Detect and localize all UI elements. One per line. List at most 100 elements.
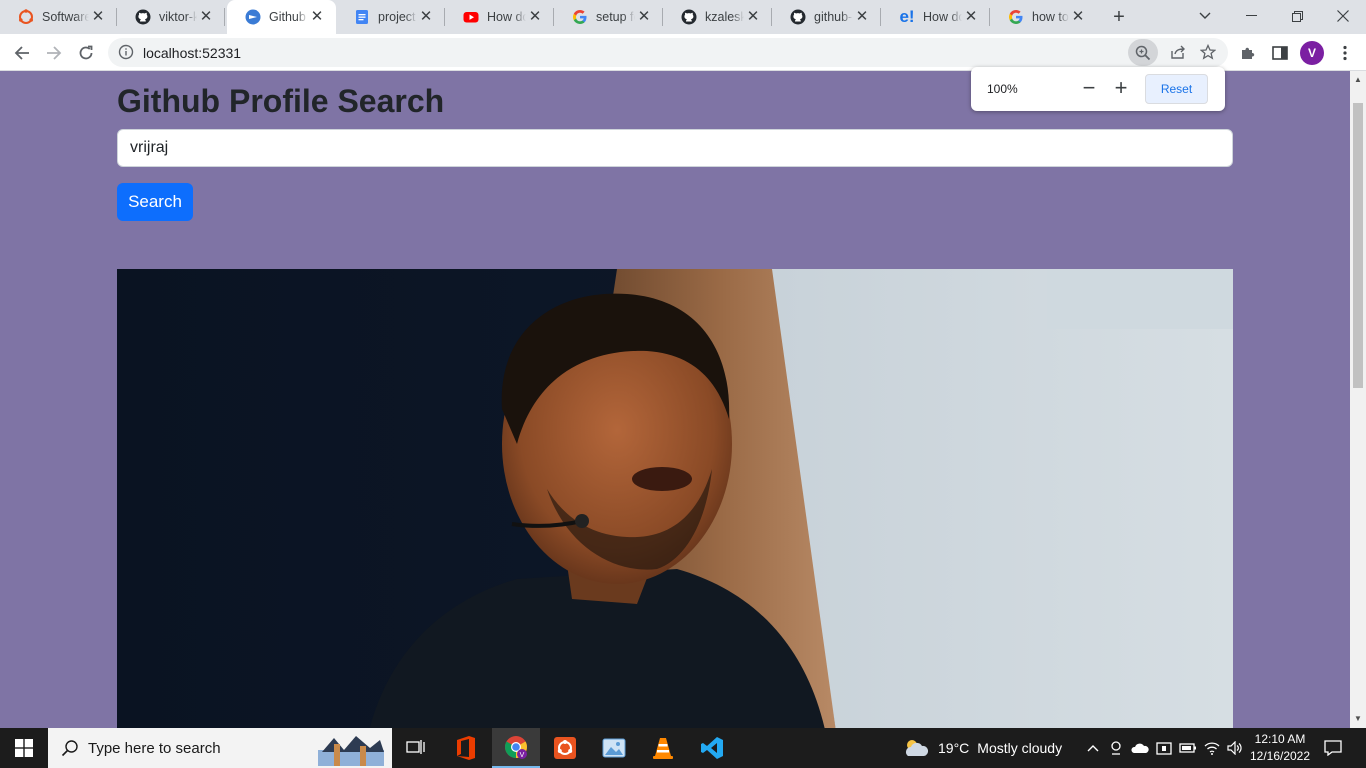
wifi-icon[interactable] — [1202, 738, 1222, 758]
weather-desc: Mostly cloudy — [977, 740, 1063, 756]
tab-how-to[interactable]: how to ✕ — [990, 0, 1097, 34]
svg-text:V: V — [520, 752, 525, 759]
restore-icon — [1291, 10, 1303, 22]
notification-icon — [1324, 740, 1342, 756]
scroll-up-arrow-icon[interactable]: ▲ — [1350, 73, 1366, 87]
ubuntu-app[interactable] — [541, 728, 589, 768]
back-button[interactable] — [8, 39, 36, 67]
menu-button[interactable] — [1331, 39, 1359, 67]
start-button[interactable] — [0, 728, 48, 768]
tab-github-u[interactable]: github-u ✕ — [772, 0, 881, 34]
share-icon[interactable] — [1170, 44, 1186, 65]
tab-software[interactable]: Software ✕ — [0, 0, 117, 34]
arrow-left-icon — [14, 46, 29, 60]
windows-taskbar: Type here to search V 19°C Mostly cloudy — [0, 728, 1366, 768]
info-icon[interactable] — [118, 44, 134, 65]
restore-button[interactable] — [1274, 0, 1320, 32]
taskbar-clock[interactable]: 12:10 AM 12/16/2022 — [1246, 731, 1314, 765]
scrollbar-thumb[interactable] — [1353, 103, 1363, 388]
defender-icon[interactable] — [1154, 738, 1174, 758]
minimize-icon — [1245, 15, 1257, 16]
chevron-up-icon — [1087, 745, 1099, 752]
onedrive-icon[interactable] — [1130, 738, 1150, 758]
page-title: Github Profile Search — [117, 83, 445, 119]
arrow-right-icon — [47, 46, 62, 60]
close-icon[interactable]: ✕ — [417, 8, 435, 26]
meet-now-icon[interactable] — [1106, 738, 1126, 758]
close-icon[interactable]: ✕ — [308, 8, 326, 26]
tab-github-profile-search[interactable]: Github Profile Search ✕ — [227, 0, 336, 34]
new-tab-button[interactable]: + — [1106, 5, 1132, 29]
close-icon[interactable]: ✕ — [962, 8, 980, 26]
show-hidden-icons-button[interactable] — [1083, 738, 1103, 758]
vlc-app[interactable] — [639, 728, 687, 768]
side-panel-button[interactable] — [1266, 39, 1294, 67]
react-icon — [245, 9, 261, 25]
search-icon — [61, 740, 78, 757]
office-icon — [457, 736, 475, 760]
tab-separator — [224, 8, 225, 26]
close-icon[interactable]: ✕ — [1069, 8, 1087, 26]
tab-viktor[interactable]: viktor-ka ✕ — [117, 0, 225, 34]
tab-project[interactable]: project p ✕ — [336, 0, 445, 34]
tab-title: setup fo — [596, 10, 635, 24]
zoom-indicator[interactable] — [1128, 39, 1158, 66]
tab-title: how to — [1032, 10, 1069, 24]
page-scrollbar[interactable]: ▲ ▼ — [1350, 71, 1366, 728]
close-icon[interactable]: ✕ — [635, 8, 653, 26]
tab-search-button[interactable] — [1182, 0, 1228, 32]
tab-title: github-u — [814, 10, 853, 24]
close-icon[interactable]: ✕ — [526, 8, 544, 26]
zoom-in-button[interactable]: + — [1109, 77, 1133, 101]
tab-setup[interactable]: setup fo ✕ — [554, 0, 663, 34]
zoom-icon — [1135, 45, 1151, 60]
scroll-down-arrow-icon[interactable]: ▼ — [1350, 712, 1366, 726]
battery-icon[interactable] — [1178, 738, 1198, 758]
close-icon[interactable]: ✕ — [744, 8, 762, 26]
tab-title: How do — [923, 10, 962, 24]
office-app[interactable] — [442, 728, 490, 768]
taskbar-search-box[interactable]: Type here to search — [48, 728, 392, 768]
reload-button[interactable] — [72, 39, 100, 67]
tab-title: kzaleska — [705, 10, 744, 24]
tab-educative[interactable]: e! How do ✕ — [881, 0, 990, 34]
extensions-button[interactable] — [1234, 39, 1262, 67]
close-icon[interactable]: ✕ — [853, 8, 871, 26]
zoom-reset-button[interactable]: Reset — [1145, 74, 1208, 104]
tab-youtube[interactable]: How do ✕ — [445, 0, 554, 34]
zoom-popup: 100% − + Reset — [971, 67, 1225, 111]
tab-title: project p — [378, 10, 417, 24]
weather-temp: 19°C — [938, 740, 970, 756]
close-icon[interactable]: ✕ — [89, 8, 107, 26]
tab-strip: Software ✕ viktor-ka ✕ Github Profile Se… — [0, 0, 1366, 34]
browser-toolbar: localhost:52331 V — [0, 34, 1366, 71]
close-window-button[interactable] — [1320, 0, 1366, 32]
bookmark-star-icon[interactable] — [1199, 43, 1217, 65]
tab-title: Software — [42, 10, 89, 24]
volume-icon[interactable] — [1226, 738, 1246, 758]
notifications-button[interactable] — [1323, 738, 1343, 758]
chrome-app[interactable]: V — [492, 728, 540, 768]
tab-kzaleska[interactable]: kzaleska ✕ — [663, 0, 772, 34]
weather-widget[interactable]: 19°C Mostly cloudy — [902, 728, 1062, 768]
search-button[interactable]: Search — [117, 183, 193, 221]
vlc-icon — [653, 738, 673, 759]
url-text[interactable]: localhost:52331 — [143, 45, 241, 61]
ubuntu-icon — [18, 9, 34, 25]
ubuntu-icon — [554, 737, 576, 759]
more-vertical-icon — [1343, 45, 1347, 61]
username-search-input[interactable] — [117, 129, 1233, 167]
google-icon — [1008, 9, 1024, 25]
minimize-button[interactable] — [1228, 0, 1274, 32]
photos-app[interactable] — [590, 728, 638, 768]
profile-avatar[interactable]: V — [1300, 41, 1324, 65]
close-icon — [1337, 10, 1349, 22]
page-viewport: Github Profile Search Search — [0, 71, 1350, 728]
zoom-out-button[interactable]: − — [1077, 77, 1101, 101]
address-bar[interactable]: localhost:52331 — [108, 38, 1228, 67]
close-icon[interactable]: ✕ — [197, 8, 215, 26]
reload-icon — [79, 45, 93, 60]
task-view-button[interactable] — [392, 728, 440, 768]
forward-button[interactable] — [40, 39, 68, 67]
vscode-app[interactable] — [688, 728, 736, 768]
